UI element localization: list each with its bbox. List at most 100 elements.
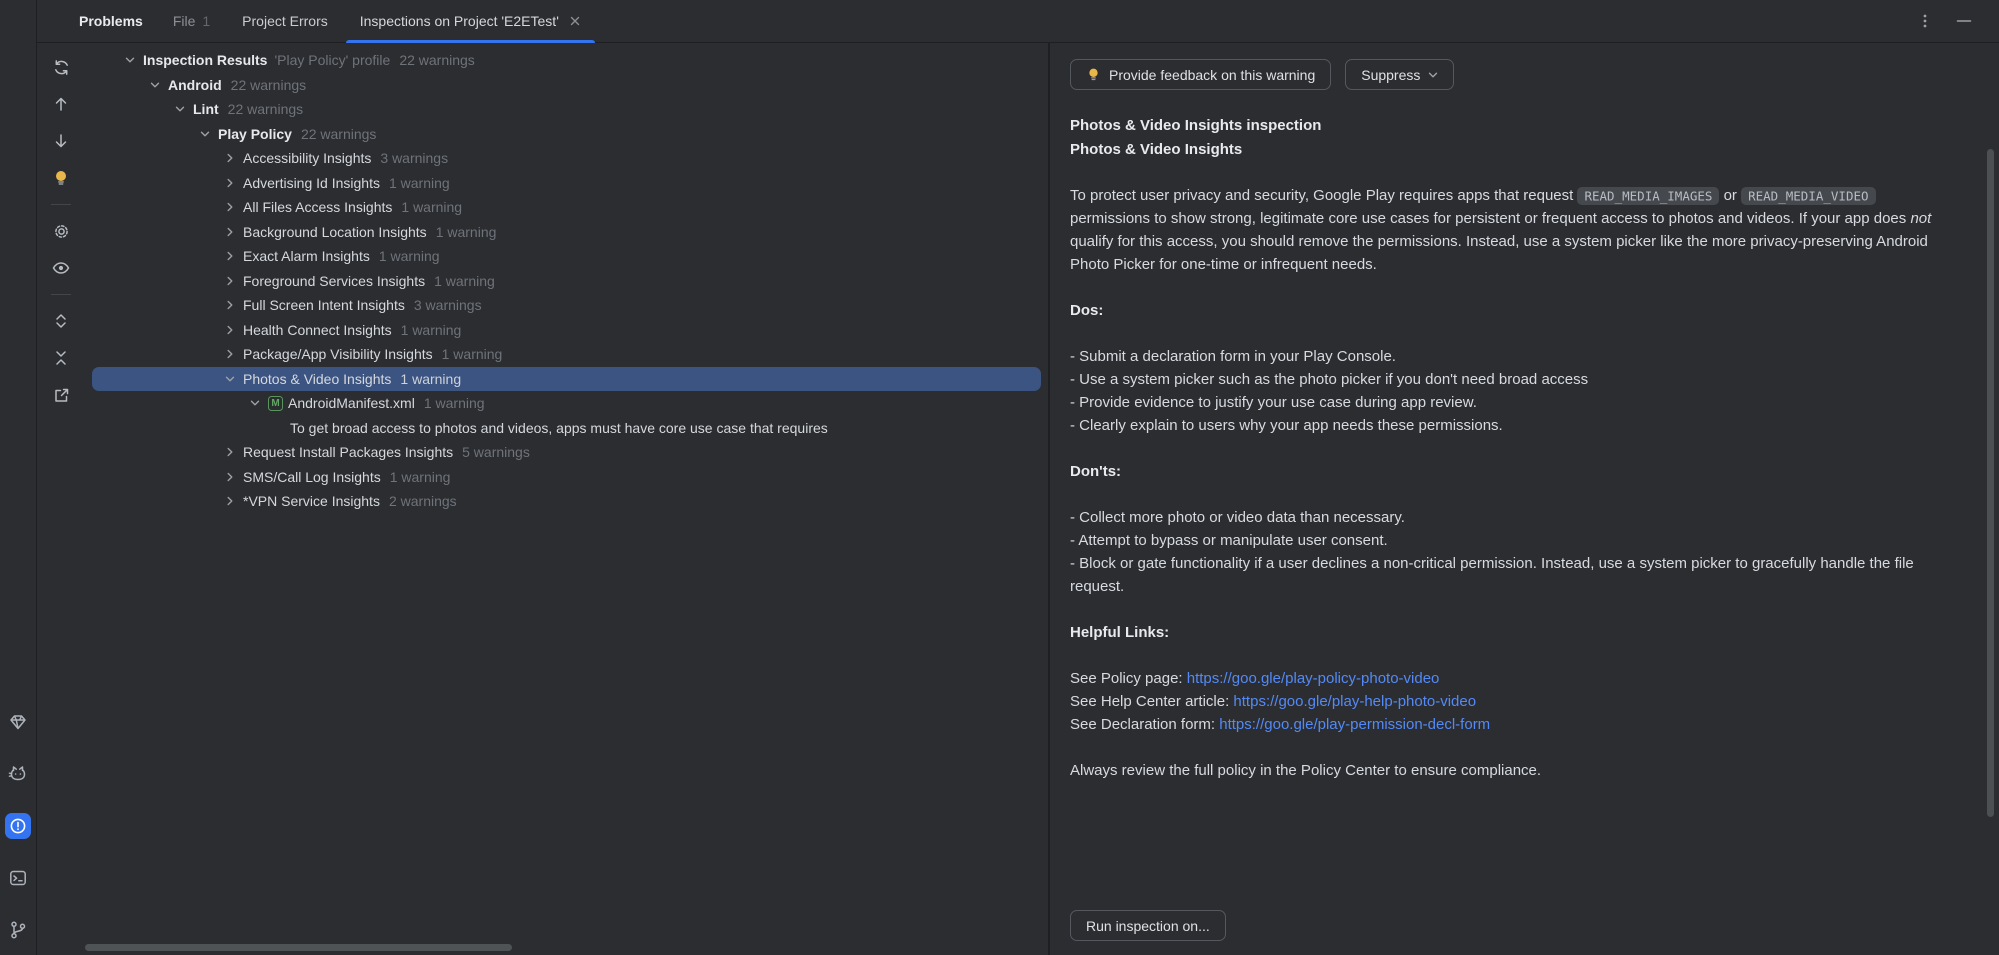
toolbar-separator <box>51 204 71 205</box>
chevron-right-icon[interactable] <box>222 447 238 457</box>
tree-row-play-policy[interactable]: Play Policy 22 warnings <box>92 122 1041 147</box>
donts-item: - Attempt to bypass or manipulate user c… <box>1070 529 1955 552</box>
tree-row-label: Advertising Id Insights <box>243 175 380 191</box>
permission-chip-read-media-images: READ_MEDIA_IMAGES <box>1577 187 1719 205</box>
chevron-right-icon[interactable] <box>222 349 238 359</box>
tree-row-count: 3 warnings <box>380 150 448 166</box>
link-prefix: See Help Center article: <box>1070 693 1233 710</box>
tree-row-inspection-results[interactable]: Inspection Results 'Play Policy' profile… <box>92 48 1041 73</box>
problems-icon[interactable] <box>5 813 31 839</box>
permission-chip-read-media-video: READ_MEDIA_VIDEO <box>1741 187 1875 205</box>
provide-feedback-button[interactable]: Provide feedback on this warning <box>1070 59 1331 90</box>
tree-row-profile: 'Play Policy' profile <box>274 52 390 68</box>
tree-row-sms-call-log-insights[interactable]: SMS/Call Log Insights 1 warning <box>92 465 1041 490</box>
tree-row-all-files-access-insights[interactable]: All Files Access Insights 1 warning <box>92 195 1041 220</box>
tool-window-header: Problems File 1 Project Errors Inspectio… <box>37 0 1999 43</box>
previous-problem-icon[interactable] <box>47 90 75 118</box>
chevron-down-icon[interactable] <box>247 398 263 408</box>
tree-row-count: 22 warnings <box>228 101 304 117</box>
link-prefix: See Declaration form: <box>1070 716 1219 733</box>
view-options-eye-icon[interactable] <box>47 254 75 282</box>
tree-row-count: 1 warning <box>379 248 440 264</box>
rerun-inspection-icon[interactable] <box>47 53 75 81</box>
helpful-links-list: See Policy page: https://goo.gle/play-po… <box>1070 667 1955 736</box>
warning-message-text: To get broad access to photos and videos… <box>290 420 828 436</box>
chevron-right-icon[interactable] <box>222 325 238 335</box>
chevron-right-icon[interactable] <box>222 496 238 506</box>
expand-all-icon[interactable] <box>47 307 75 335</box>
settings-icon[interactable] <box>47 217 75 245</box>
tab-file[interactable]: File 1 <box>157 0 226 43</box>
tree-row-label: *VPN Service Insights <box>243 493 380 509</box>
declaration-form-link[interactable]: https://goo.gle/play-permission-decl-for… <box>1219 716 1490 733</box>
help-center-link[interactable]: https://goo.gle/play-help-photo-video <box>1233 693 1476 710</box>
chevron-right-icon[interactable] <box>222 153 238 163</box>
vertical-scrollbar[interactable] <box>1987 149 1994 817</box>
policy-page-link[interactable]: https://goo.gle/play-policy-photo-video <box>1187 670 1440 687</box>
tree-row-count: 22 warnings <box>231 77 307 93</box>
tree-row-label: SMS/Call Log Insights <box>243 469 381 485</box>
chevron-right-icon[interactable] <box>222 472 238 482</box>
cat-icon[interactable] <box>5 761 31 787</box>
tree-row-warning-message[interactable]: To get broad access to photos and videos… <box>92 416 1041 441</box>
more-options-icon[interactable] <box>1917 13 1933 29</box>
chevron-down-icon[interactable] <box>172 104 188 114</box>
export-icon[interactable] <box>47 381 75 409</box>
tree-row-label: AndroidManifest.xml <box>288 395 415 411</box>
chevron-right-icon[interactable] <box>222 251 238 261</box>
tree-row-count: 22 warnings <box>399 52 475 68</box>
next-problem-icon[interactable] <box>47 127 75 155</box>
tree-row-background-location-insights[interactable]: Background Location Insights 1 warning <box>92 220 1041 245</box>
dos-heading: Dos: <box>1070 299 1955 322</box>
tree-row-label: Photos & Video Insights <box>243 371 391 387</box>
chevron-right-icon[interactable] <box>222 300 238 310</box>
quick-fix-bulb-icon[interactable] <box>47 164 75 192</box>
tree-row-request-install-packages-insights[interactable]: Request Install Packages Insights 5 warn… <box>92 440 1041 465</box>
hide-tool-window-icon[interactable] <box>1955 12 1973 30</box>
horizontal-scrollbar[interactable] <box>85 944 512 951</box>
tree-row-label: Package/App Visibility Insights <box>243 346 433 362</box>
chevron-right-icon[interactable] <box>222 202 238 212</box>
helpful-links-heading: Helpful Links: <box>1070 621 1955 644</box>
tree-row-count: 1 warning <box>401 199 462 215</box>
tree-row-advertising-id-insights[interactable]: Advertising Id Insights 1 warning <box>92 171 1041 196</box>
chevron-right-icon[interactable] <box>222 178 238 188</box>
tree-row-label: Background Location Insights <box>243 224 427 240</box>
tree-row-lint[interactable]: Lint 22 warnings <box>92 97 1041 122</box>
chevron-down-icon[interactable] <box>147 80 163 90</box>
tab-inspections-results[interactable]: Inspections on Project 'E2ETest' <box>344 0 597 43</box>
tree-row-count: 1 warning <box>390 469 451 485</box>
chevron-down-icon[interactable] <box>197 129 213 139</box>
description-text: To protect user privacy and security, Go… <box>1070 187 1577 204</box>
tree-row-label: Full Screen Intent Insights <box>243 297 405 313</box>
suppress-button[interactable]: Suppress <box>1345 59 1454 90</box>
tree-row-count: 1 warning <box>434 273 495 289</box>
tree-row-count: 22 warnings <box>301 126 377 142</box>
run-inspection-button[interactable]: Run inspection on... <box>1070 910 1226 941</box>
close-tab-icon[interactable] <box>569 15 581 27</box>
tree-row-android[interactable]: Android 22 warnings <box>92 73 1041 98</box>
tree-row-package-app-visibility-insights[interactable]: Package/App Visibility Insights 1 warnin… <box>92 342 1041 367</box>
git-branch-icon[interactable] <box>5 917 31 943</box>
collapse-all-icon[interactable] <box>47 344 75 372</box>
description-text: or <box>1719 187 1741 204</box>
tab-project-errors[interactable]: Project Errors <box>226 0 344 43</box>
tree-row-health-connect-insights[interactable]: Health Connect Insights 1 warning <box>92 318 1041 343</box>
tree-row-vpn-service-insights[interactable]: *VPN Service Insights 2 warnings <box>92 489 1041 514</box>
terminal-icon[interactable] <box>5 865 31 891</box>
chevron-down-icon[interactable] <box>222 374 238 384</box>
chevron-down-icon[interactable] <box>122 55 138 65</box>
tree-row-count: 1 warning <box>442 346 503 362</box>
gem-icon[interactable] <box>5 709 31 735</box>
chevron-right-icon[interactable] <box>222 276 238 286</box>
tree-row-photos-video-insights[interactable]: Photos & Video Insights 1 warning <box>92 367 1041 392</box>
tree-row-label: Health Connect Insights <box>243 322 392 338</box>
chevron-right-icon[interactable] <box>222 227 238 237</box>
tree-row-foreground-services-insights[interactable]: Foreground Services Insights 1 warning <box>92 269 1041 294</box>
tree-row-exact-alarm-insights[interactable]: Exact Alarm Insights 1 warning <box>92 244 1041 269</box>
tree-row-androidmanifest-xml[interactable]: M AndroidManifest.xml 1 warning <box>92 391 1041 416</box>
dos-item: - Provide evidence to justify your use c… <box>1070 391 1955 414</box>
donts-heading: Don'ts: <box>1070 460 1955 483</box>
tree-row-accessibility-insights[interactable]: Accessibility Insights 3 warnings <box>92 146 1041 171</box>
tree-row-full-screen-intent-insights[interactable]: Full Screen Intent Insights 3 warnings <box>92 293 1041 318</box>
